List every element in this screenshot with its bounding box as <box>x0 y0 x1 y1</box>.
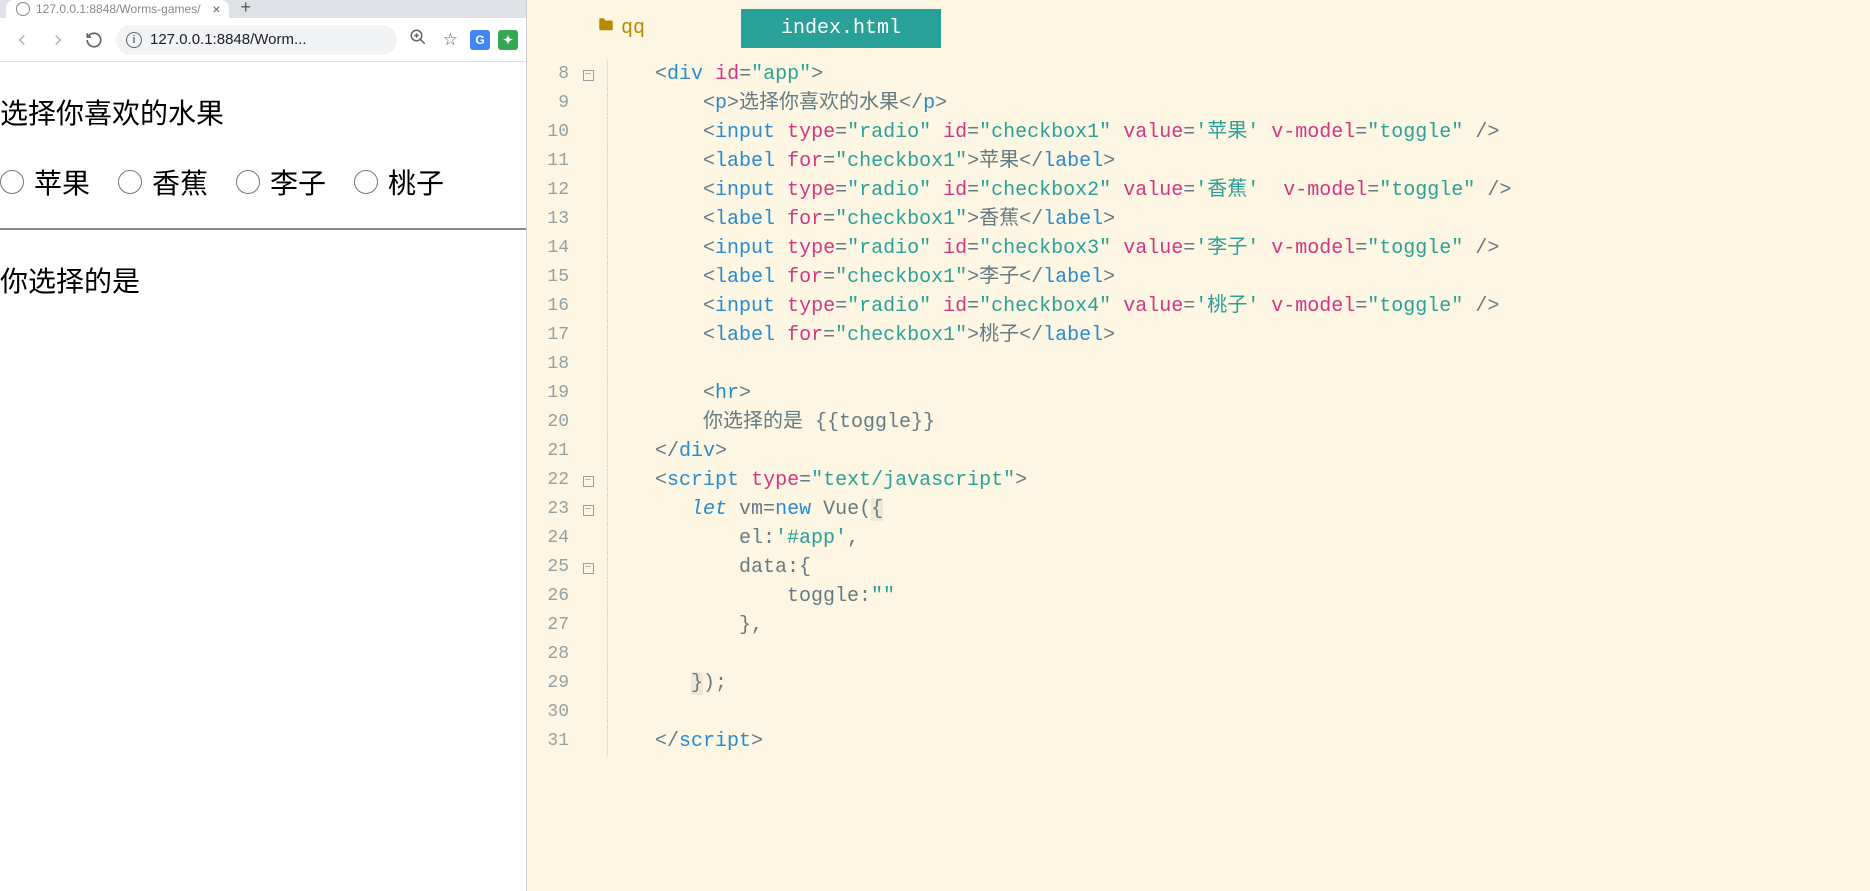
folder-name: qq <box>621 17 645 40</box>
browser-toolbar: i 127.0.0.1:8848/Worm... ☆ G ✦ <box>0 18 526 62</box>
editor-tab-bar: qq index.html <box>527 0 1870 56</box>
file-tab-active[interactable]: index.html <box>741 9 941 48</box>
option-label: 李子 <box>270 162 326 202</box>
translate-extension-icon[interactable]: G <box>470 30 490 50</box>
browser-tab[interactable]: 127.0.0.1:8848/Worms-games/ × <box>6 0 229 18</box>
option-peach[interactable]: 桃子 <box>354 162 444 202</box>
code-content[interactable]: <div id="app"> <p>选择你喜欢的水果</p> <input ty… <box>599 56 1870 891</box>
radio-options-row: 苹果 香蕉 李子 桃子 <box>0 162 526 202</box>
zoom-icon[interactable] <box>405 28 431 51</box>
reload-button[interactable] <box>80 26 108 54</box>
fold-column[interactable]: − −− − <box>577 56 599 891</box>
option-apple[interactable]: 苹果 <box>0 162 90 202</box>
back-button[interactable] <box>8 26 36 54</box>
tab-title: 127.0.0.1:8848/Worms-games/ <box>36 2 201 16</box>
option-banana[interactable]: 香蕉 <box>118 162 208 202</box>
url-text: 127.0.0.1:8848/Worm... <box>150 31 387 48</box>
site-globe-icon <box>16 2 30 16</box>
radio-plum[interactable] <box>236 170 260 194</box>
address-bar[interactable]: i 127.0.0.1:8848/Worm... <box>116 25 397 55</box>
option-label: 桃子 <box>388 162 444 202</box>
heading-text: 选择你喜欢的水果 <box>0 92 526 132</box>
bookmark-star-icon[interactable]: ☆ <box>439 30 462 50</box>
radio-banana[interactable] <box>118 170 142 194</box>
radio-peach[interactable] <box>354 170 378 194</box>
selection-text: 你选择的是 <box>0 260 526 300</box>
folder-tab[interactable]: qq <box>597 16 645 41</box>
tab-close-icon[interactable]: × <box>212 2 220 16</box>
code-editor: qq index.html 89101112131415161718192021… <box>527 0 1870 891</box>
code-area[interactable]: 8910111213141516171819202122232425262728… <box>527 56 1870 891</box>
page-body: 选择你喜欢的水果 苹果 香蕉 李子 桃子 你选择的是 <box>0 62 526 330</box>
option-label: 苹果 <box>34 162 90 202</box>
forward-button[interactable] <box>44 26 72 54</box>
radio-apple[interactable] <box>0 170 24 194</box>
folder-icon <box>597 16 615 41</box>
option-plum[interactable]: 李子 <box>236 162 326 202</box>
divider <box>0 228 526 230</box>
line-number-gutter: 8910111213141516171819202122232425262728… <box>527 56 577 891</box>
site-info-icon[interactable]: i <box>126 32 142 48</box>
tab-strip: 127.0.0.1:8848/Worms-games/ × + <box>0 0 526 18</box>
browser-window: 127.0.0.1:8848/Worms-games/ × + i 127.0.… <box>0 0 527 891</box>
option-label: 香蕉 <box>152 162 208 202</box>
extension-icon[interactable]: ✦ <box>498 30 518 50</box>
new-tab-button[interactable]: + <box>237 0 256 18</box>
file-tab-label: index.html <box>781 17 901 40</box>
